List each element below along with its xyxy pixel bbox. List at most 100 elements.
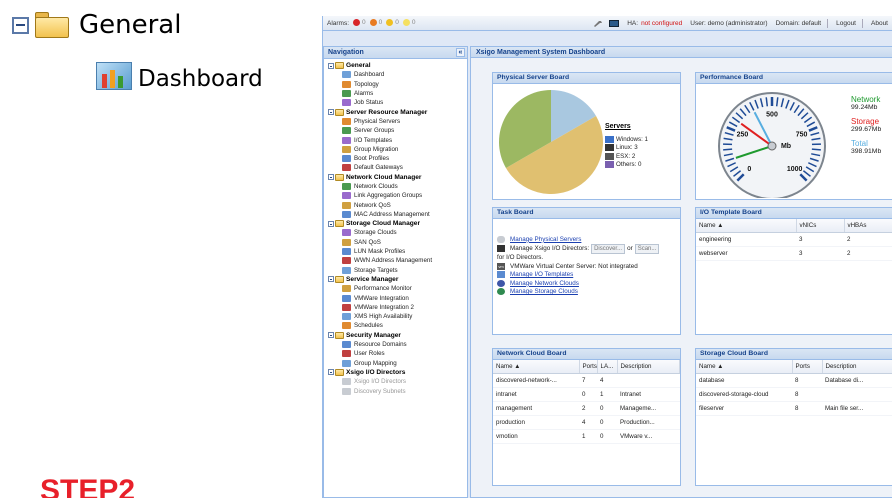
table-cell: Manageme... [617, 401, 680, 416]
table-row[interactable]: webserver 3 2 [696, 246, 892, 261]
nav-item[interactable]: Alarms [328, 89, 467, 98]
column-header[interactable]: Name ▲ [493, 360, 580, 374]
column-header[interactable]: Name ▲ [696, 360, 793, 374]
alarm-severity-icon[interactable] [353, 19, 361, 27]
column-header[interactable]: Ports [579, 360, 598, 374]
nav-item[interactable]: Xsigo I/O Directors [328, 377, 467, 386]
table-row[interactable]: vmotion 1 0 VMware v... [493, 429, 680, 444]
collapse-icon[interactable] [328, 332, 334, 339]
alarm-count[interactable]: 0 [362, 20, 366, 27]
collapse-panel-button[interactable]: « [456, 48, 465, 57]
nav-item[interactable]: VMWare Integration [328, 293, 467, 302]
alarm-count[interactable]: 0 [379, 20, 383, 27]
nav-item[interactable]: Default Gateways [328, 163, 467, 172]
manage-storage-clouds-link[interactable]: Manage Storage Clouds [510, 288, 578, 295]
servers-legend-label: Others: 0 [616, 161, 642, 169]
scan-button[interactable]: Scan... [634, 243, 660, 254]
manage-io-templates-link[interactable]: Manage I/O Templates [510, 271, 573, 278]
nav-item[interactable]: Network Clouds [328, 182, 467, 191]
nav-item[interactable]: WWN Address Management [328, 256, 467, 265]
column-header[interactable]: Description [822, 360, 892, 374]
nav-item[interactable]: Boot Profiles [328, 154, 467, 163]
table-row[interactable]: intranet 0 1 Intranet [493, 387, 680, 402]
nav-category[interactable]: Xsigo I/O Directors [328, 368, 467, 377]
folder-icon [335, 220, 344, 228]
alarm-severity-icon[interactable] [386, 19, 394, 27]
table-cell: 2 [579, 401, 597, 416]
nav-item[interactable]: Resource Domains [328, 340, 467, 349]
column-header[interactable]: Name ▲ [696, 219, 797, 233]
collapse-icon[interactable] [12, 16, 29, 34]
table-row[interactable]: engineering 3 2 [696, 232, 892, 247]
nav-item[interactable]: Group Migration [328, 145, 467, 154]
nav-category[interactable]: Security Manager [328, 331, 467, 340]
nav-item[interactable]: XMS High Availability [328, 312, 467, 321]
zoom-tree-node-dashboard[interactable]: Dashboard [96, 62, 263, 96]
collapse-icon[interactable] [328, 369, 334, 376]
table-cell: management [493, 401, 579, 416]
step-label: STEP2 [40, 474, 136, 498]
nav-category[interactable]: Storage Cloud Manager [328, 219, 467, 228]
column-header[interactable]: Description [617, 360, 680, 374]
nav-item[interactable]: I/O Templates [328, 135, 467, 144]
nav-item[interactable]: MAC Address Management [328, 210, 467, 219]
nav-item[interactable]: Storage Clouds [328, 228, 467, 237]
table-row[interactable]: discovered-network-... 7 4 [493, 373, 680, 388]
collapse-icon[interactable] [328, 109, 334, 116]
collapse-icon[interactable] [328, 220, 334, 227]
nav-item[interactable]: Schedules [328, 321, 467, 330]
monitor-icon[interactable] [609, 19, 620, 27]
servers-legend-title[interactable]: Servers [605, 123, 648, 130]
nav-item[interactable]: Physical Servers [328, 117, 467, 126]
gauge-tick-label: 500 [766, 112, 778, 119]
performance-metric-name: Total [851, 139, 868, 148]
nav-category[interactable]: General [328, 61, 467, 70]
nav-item[interactable]: VMWare Integration 2 [328, 303, 467, 312]
nav-category[interactable]: Network Cloud Manager [328, 173, 467, 182]
nav-item[interactable]: Storage Targets [328, 266, 467, 275]
nav-category[interactable]: Service Manager [328, 275, 467, 284]
table-cell: 8 [792, 373, 822, 388]
discover-button[interactable]: Discover... [591, 243, 626, 254]
logout-link[interactable]: Logout [836, 20, 856, 27]
nav-item[interactable]: Performance Monitor [328, 284, 467, 293]
nav-item[interactable]: Topology [328, 80, 467, 89]
nav-item[interactable]: Server Groups [328, 126, 467, 135]
nav-item[interactable]: Dashboard [328, 70, 467, 79]
table-row[interactable]: fileserver 8 Main file ser... [696, 401, 892, 416]
servers-pie-chart[interactable] [497, 87, 607, 197]
nav-item[interactable]: SAN QoS [328, 238, 467, 247]
nav-item-icon [342, 322, 351, 330]
manage-physical-servers-link[interactable]: Manage Physical Servers [510, 236, 581, 243]
nav-category[interactable]: Server Resource Manager [328, 107, 467, 116]
collapse-icon[interactable] [328, 276, 334, 283]
alarm-count[interactable]: 0 [395, 20, 399, 27]
column-header[interactable]: Ports [792, 360, 823, 374]
io-template-board: I/O Template Board Name ▲ vNICs vHBAs engin… [695, 207, 892, 335]
nav-item[interactable]: LUN Mask Profiles [328, 247, 467, 256]
nav-item[interactable]: Network QoS [328, 200, 467, 209]
nav-item[interactable]: Job Status [328, 98, 467, 107]
nav-item[interactable]: Discovery Subnets [328, 386, 467, 395]
table-row[interactable]: management 2 0 Manageme... [493, 401, 680, 416]
column-header[interactable]: LA... [597, 360, 618, 374]
alarm-severity-icon[interactable] [402, 19, 410, 27]
app-window: Alarms: 0000 HA: not configured User: de… [322, 16, 892, 498]
nav-item[interactable]: Link Aggregation Groups [328, 191, 467, 200]
about-link[interactable]: About [871, 20, 888, 27]
table-row[interactable]: database 8 Database di... [696, 373, 892, 388]
zoom-tree-node-general[interactable]: General [12, 10, 181, 40]
column-header[interactable]: vHBAs [844, 219, 892, 233]
alarm-severity-icon[interactable] [369, 19, 377, 27]
table-row[interactable]: discovered-storage-cloud 8 [696, 387, 892, 402]
nav-item[interactable]: Group Mapping [328, 359, 467, 368]
nav-item[interactable]: User Roles [328, 349, 467, 358]
wrench-icon[interactable] [593, 20, 603, 27]
collapse-icon[interactable] [328, 62, 334, 69]
table-row[interactable]: production 4 0 Production... [493, 415, 680, 430]
alarm-count[interactable]: 0 [412, 20, 416, 27]
nav-item-icon [342, 145, 351, 153]
column-header[interactable]: vNICs [796, 219, 845, 233]
manage-network-clouds-link[interactable]: Manage Network Clouds [510, 280, 579, 287]
collapse-icon[interactable] [328, 174, 334, 181]
